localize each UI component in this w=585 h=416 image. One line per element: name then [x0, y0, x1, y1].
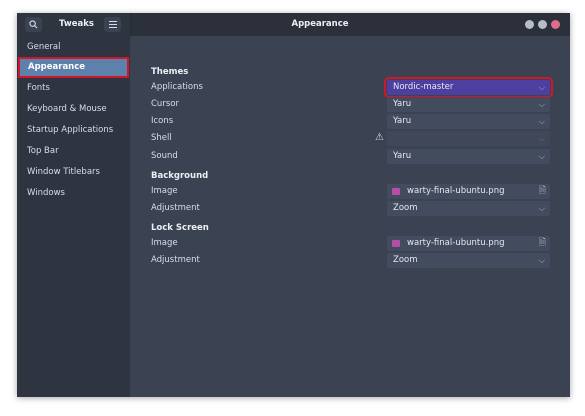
background-adjustment-value: Zoom [393, 203, 418, 213]
chevron-down-icon: ⌵ [538, 256, 545, 265]
sidebar-item-label: Keyboard & Mouse [27, 104, 107, 114]
background-adjustment-combo[interactable]: Zoom ⌵ [387, 201, 550, 216]
sidebar-item-top-bar[interactable]: Top Bar [17, 141, 130, 162]
lock-screen-image-filename: warty-final-ubuntu.png [407, 238, 505, 248]
lock-screen-adjustment-combo[interactable]: Zoom ⌵ [387, 253, 550, 268]
cursor-theme-combo[interactable]: Yaru ⌵ [387, 97, 550, 112]
applications-theme-combo[interactable]: Nordic-master ⌵ [384, 77, 553, 98]
app-title: Tweaks [59, 19, 94, 29]
chevron-down-icon: ⌵ [538, 134, 545, 143]
sidebar-item-label: Startup Applications [27, 125, 114, 135]
icons-label: Icons [151, 116, 174, 126]
background-image-chooser[interactable]: warty-final-ubuntu.png 🗎 [387, 184, 550, 199]
shell-theme-combo: ⌵ [387, 131, 550, 146]
sidebar-item-label: Appearance [28, 62, 86, 72]
menu-button[interactable] [104, 17, 121, 32]
chevron-down-icon: ⌵ [538, 117, 545, 126]
lock-screen-image-label: Image [151, 238, 178, 248]
image-file-icon [392, 188, 400, 195]
lock-screen-adjustment-label: Adjustment [151, 255, 200, 265]
lock-screen-heading: Lock Screen [151, 223, 209, 233]
sidebar: General Appearance Fonts Keyboard & Mous… [17, 36, 130, 397]
sidebar-item-windows[interactable]: Windows [17, 183, 130, 204]
folder-open-icon: 🗎 [538, 238, 546, 248]
sidebar-item-appearance[interactable]: Appearance [18, 57, 129, 78]
appearance-panel: Themes Applications Nordic-master ⌵ Curs… [130, 36, 570, 397]
header-bar-sidebar-section: Tweaks [17, 13, 131, 36]
chevron-down-icon: ⌵ [538, 100, 545, 109]
minimize-button[interactable] [525, 20, 534, 29]
sidebar-item-label: General [27, 42, 61, 52]
chevron-down-icon: ⌵ [538, 204, 545, 213]
applications-theme-value: Nordic-master [393, 82, 454, 92]
applications-label: Applications [151, 82, 203, 92]
background-adjustment-label: Adjustment [151, 203, 200, 213]
lock-screen-adjustment-value: Zoom [393, 255, 418, 265]
themes-heading: Themes [151, 67, 189, 77]
chevron-down-icon: ⌵ [538, 83, 545, 92]
header-bar: Tweaks Appearance [17, 13, 570, 36]
cursor-theme-value: Yaru [393, 99, 412, 109]
sidebar-item-startup-applications[interactable]: Startup Applications [17, 120, 130, 141]
sidebar-item-label: Windows [27, 188, 65, 198]
close-button[interactable] [551, 20, 560, 29]
search-button[interactable] [25, 17, 42, 32]
cursor-label: Cursor [151, 99, 179, 109]
sidebar-item-general[interactable]: General [17, 37, 130, 58]
background-image-filename: warty-final-ubuntu.png [407, 186, 505, 196]
sidebar-item-keyboard-mouse[interactable]: Keyboard & Mouse [17, 99, 130, 120]
folder-open-icon: 🗎 [538, 186, 546, 196]
search-icon [29, 20, 38, 29]
hamburger-menu-icon [108, 21, 117, 28]
shell-label: Shell [151, 133, 172, 143]
sound-theme-value: Yaru [393, 151, 412, 161]
icons-theme-value: Yaru [393, 116, 412, 126]
warning-icon: ⚠ [375, 132, 384, 143]
page-title: Appearance [291, 19, 349, 29]
sidebar-item-fonts[interactable]: Fonts [17, 78, 130, 99]
background-image-label: Image [151, 186, 178, 196]
background-heading: Background [151, 171, 209, 181]
sound-theme-combo[interactable]: Yaru ⌵ [387, 149, 550, 164]
maximize-button[interactable] [538, 20, 547, 29]
sidebar-item-label: Top Bar [27, 146, 59, 156]
lock-screen-image-chooser[interactable]: warty-final-ubuntu.png 🗎 [387, 236, 550, 251]
sidebar-item-label: Window Titlebars [27, 167, 100, 177]
sidebar-item-label: Fonts [27, 83, 50, 93]
tweaks-window: Tweaks Appearance General Appearance Fon… [17, 13, 570, 397]
chevron-down-icon: ⌵ [538, 152, 545, 161]
icons-theme-combo[interactable]: Yaru ⌵ [387, 114, 550, 129]
sidebar-item-window-titlebars[interactable]: Window Titlebars [17, 162, 130, 183]
image-file-icon [392, 240, 400, 247]
sound-label: Sound [151, 151, 178, 161]
